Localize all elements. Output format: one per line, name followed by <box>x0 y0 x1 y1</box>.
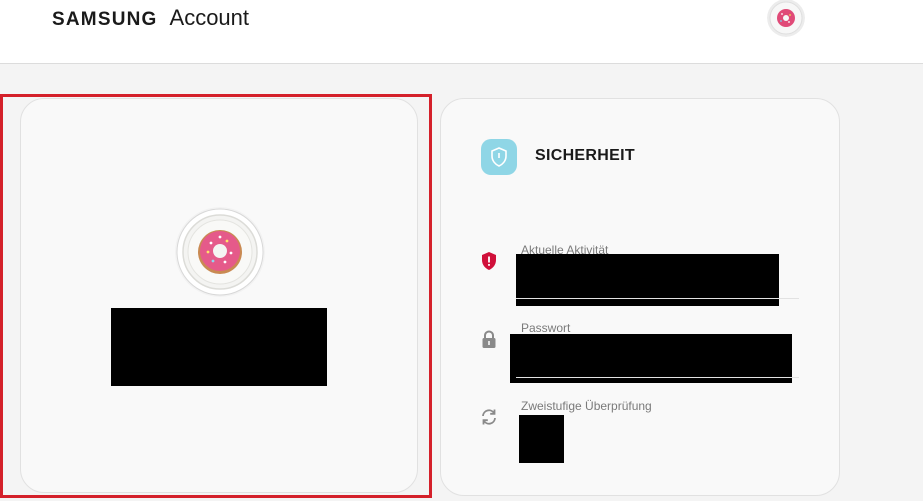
redacted-password-value <box>510 334 792 383</box>
donut-avatar-icon <box>175 207 265 297</box>
security-badge <box>481 139 517 175</box>
sync-icon <box>479 407 499 427</box>
donut-avatar-icon <box>767 0 805 37</box>
redacted-two-step-value <box>519 415 564 463</box>
header-avatar[interactable] <box>767 0 805 37</box>
alert-shield-icon <box>479 251 499 271</box>
row-label-password: Passwort <box>521 321 571 335</box>
brand-samsung-text: SAMSUNG <box>52 9 158 30</box>
brand-account-text: Account <box>169 5 250 30</box>
row-label-two-step: Zweistufige Überprüfung <box>521 399 652 413</box>
row-divider <box>516 298 799 299</box>
profile-avatar[interactable] <box>175 207 265 297</box>
row-divider <box>516 377 799 378</box>
redacted-profile-name <box>111 308 327 386</box>
top-header: SAMSUNG Account <box>0 0 923 64</box>
lock-icon <box>479 329 499 349</box>
security-title: SICHERHEIT <box>535 147 635 164</box>
samsung-account-logo[interactable]: SAMSUNG Account <box>52 5 249 31</box>
shield-icon <box>491 147 507 167</box>
